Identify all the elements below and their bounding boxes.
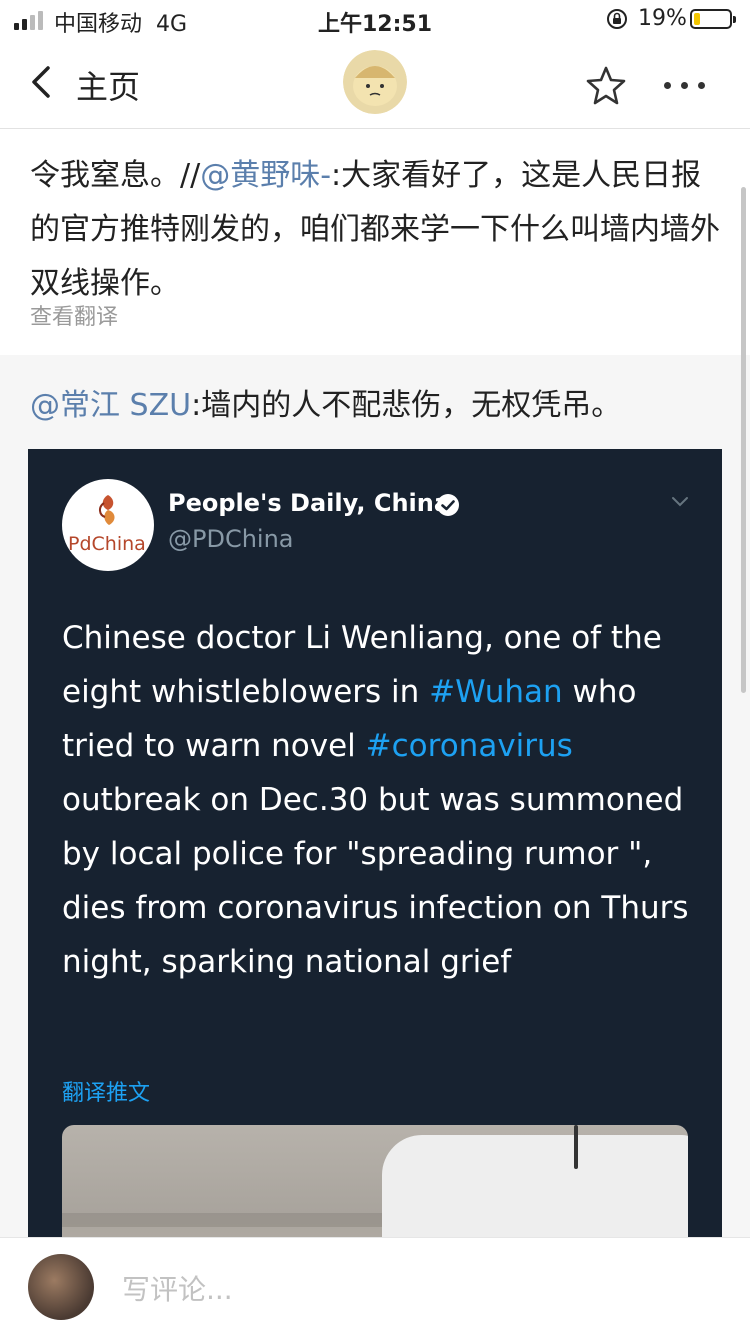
- status-bar: 中国移动 4G 上午12:51 19%: [0, 0, 750, 40]
- retweet-text: @常江 SZU:墙内的人不配悲伤，无权凭吊。: [30, 388, 622, 423]
- battery-icon: [690, 9, 736, 29]
- tweet-text: Chinese doctor Li Wenliang, one of the e…: [62, 620, 689, 980]
- hashtag-wuhan[interactable]: #Wuhan: [429, 674, 562, 710]
- avatar[interactable]: [343, 50, 407, 114]
- battery-percent: 19%: [638, 6, 687, 31]
- rotation-lock-icon: [607, 9, 627, 29]
- star-icon[interactable]: [584, 64, 628, 108]
- more-icon[interactable]: [660, 62, 710, 106]
- translate-link[interactable]: 查看翻译: [30, 299, 118, 331]
- post-content: 令我窒息。//@黄野味-:大家看好了，这是人民日报的官方推特刚发的，咱们都来学一…: [0, 129, 750, 1237]
- translate-tweet-link[interactable]: 翻译推文: [62, 1075, 150, 1107]
- user-avatar[interactable]: [28, 1254, 94, 1320]
- chevron-down-icon[interactable]: [668, 489, 692, 513]
- post-text: 令我窒息。//@黄野味-:大家看好了，这是人民日报的官方推特刚发的，咱们都来学一…: [30, 158, 720, 301]
- account-name: People's Daily, China: [168, 489, 451, 517]
- pdchina-logo: PdChina: [62, 479, 154, 571]
- pdchina-logo-text: PdChina: [68, 533, 146, 555]
- back-home-label[interactable]: 主页: [76, 62, 140, 108]
- account-handle: @PDChina: [168, 525, 294, 553]
- comment-input[interactable]: 写评论...: [122, 1268, 233, 1308]
- mention-link[interactable]: @黄野味-: [200, 158, 331, 193]
- tweet-photo[interactable]: [62, 1125, 688, 1237]
- verified-icon: [437, 494, 459, 516]
- hashtag-coronavirus[interactable]: #coronavirus: [366, 728, 573, 764]
- tweet-screenshot[interactable]: PdChina People's Daily, China @PDChina C…: [28, 449, 722, 1237]
- nav-bar: 主页: [0, 40, 750, 129]
- scrollbar[interactable]: [741, 187, 746, 693]
- comment-bar: 写评论...: [0, 1237, 750, 1335]
- chevron-left-icon[interactable]: [24, 60, 64, 104]
- retweet-mention-link[interactable]: @常江 SZU: [30, 388, 191, 423]
